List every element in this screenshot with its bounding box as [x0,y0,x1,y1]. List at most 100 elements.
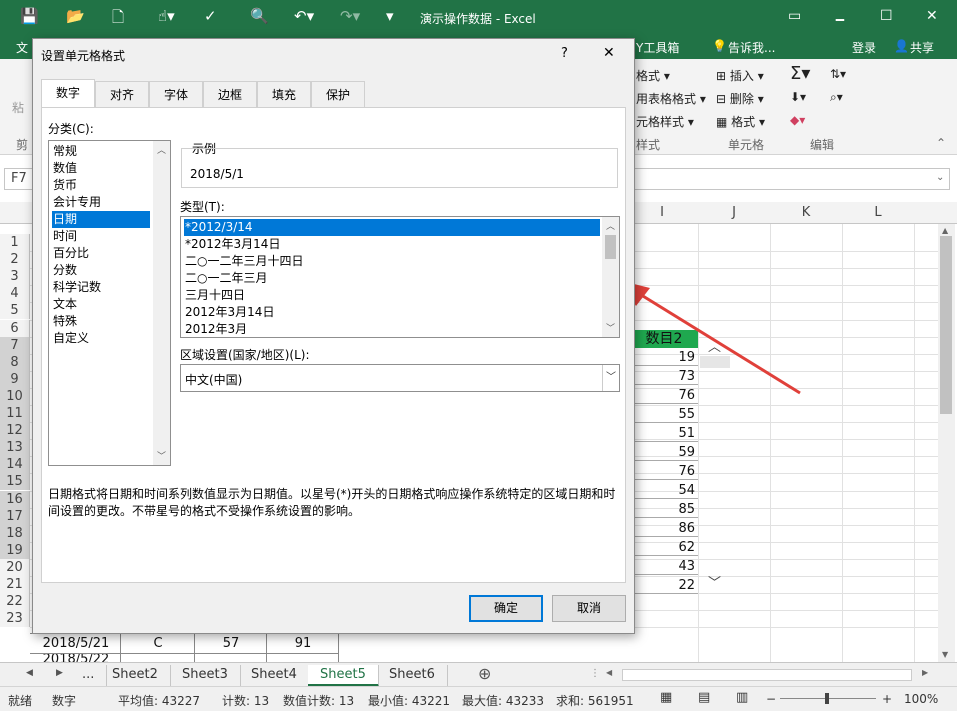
cell-date[interactable]: 2018/5/21 [32,634,120,653]
row-header-8[interactable]: 8 [0,353,30,371]
normal-view-icon[interactable]: ▦ [660,690,672,705]
row-header-3[interactable]: 3 [0,268,30,286]
clear-icon[interactable]: ◆▾ [790,113,805,127]
category-item[interactable]: 分数 [52,262,150,279]
category-item[interactable]: 文本 [52,296,150,313]
tab-fill[interactable]: 填充 [257,81,311,107]
next-sheet-icon[interactable]: ▶ [56,668,63,678]
row-header-12[interactable]: 12 [0,422,30,440]
type-list[interactable]: *2012/3/14 *2012年3月14日 二○一二年三月十四日 二○一二年三月 三月… [180,216,620,338]
category-item[interactable]: 常规 [52,143,150,160]
touch-mode-icon[interactable]: ☝▾ [158,7,175,25]
type-item[interactable]: 二○一二年三月十四日 [184,253,600,270]
open-folder-icon[interactable]: 📂 [66,7,85,25]
minimize-icon[interactable]: 🗕 [835,8,845,32]
column-header-l[interactable]: L [842,205,914,220]
row-header-16[interactable]: 16 [0,490,30,508]
undo-icon[interactable]: ↶▾ [294,7,314,25]
row-header-14[interactable]: 14 [0,456,30,474]
sign-in-link[interactable]: 登录 [852,39,876,56]
share-button[interactable]: 共享 [910,39,934,56]
cancel-button[interactable]: 取消 [552,595,626,622]
vertical-scroll-thumb[interactable] [940,236,952,414]
row-header-20[interactable]: 20 [0,558,30,576]
sheet-tab-sheet3[interactable]: Sheet3 [170,665,241,687]
cell-category[interactable]: C [122,634,194,653]
row-header-4[interactable]: 4 [0,285,30,303]
customize-qat-icon[interactable]: ▾ [386,7,394,25]
page-break-icon[interactable]: ▥ [736,690,748,705]
column-header-k[interactable]: K [770,205,842,220]
tab-font[interactable]: 字体 [149,81,203,107]
number-cell[interactable]: 85 [630,501,698,518]
name-box[interactable]: F7 [4,168,34,190]
row-header-10[interactable]: 10 [0,387,30,405]
category-item[interactable]: 科学记数 [52,279,150,296]
category-item[interactable]: 特殊 [52,313,150,330]
type-scrollbar[interactable]: ︿ ﹀ [602,217,619,337]
save-icon[interactable]: 💾 [20,7,39,25]
category-item[interactable]: 数值 [52,160,150,177]
chevron-down-icon[interactable]: ﹀ [708,572,721,591]
scroll-down-icon[interactable]: ▼ [942,650,948,659]
row-header-19[interactable]: 19 [0,541,30,559]
category-scrollbar[interactable]: ︿ ﹀ [153,141,170,465]
help-button[interactable]: ? [561,46,568,61]
row-header-11[interactable]: 11 [0,405,30,422]
dialog-close-button[interactable]: ✕ [603,45,615,61]
type-item[interactable]: 2012年3月 [184,321,600,338]
row-header-23[interactable]: 23 [0,610,30,628]
cell-number1[interactable]: 57 [196,634,266,653]
region-select[interactable]: 中文(中国) ﹀ [180,364,620,392]
hscroll-right-icon[interactable]: ▶ [922,668,928,677]
redo-icon[interactable]: ↷▾ [340,7,360,25]
tell-me-icon[interactable]: 💡 [712,39,727,53]
type-item[interactable]: 三月十四日 [184,287,600,304]
sheet-tab-sheet4[interactable]: Sheet4 [239,665,310,687]
number-cell[interactable]: 22 [630,577,698,594]
sheet-tab-sheet2[interactable]: Sheet2 [100,665,171,687]
row-header-1[interactable]: 1 [0,234,30,251]
tab-alignment[interactable]: 对齐 [95,81,149,107]
sort-filter-icon[interactable]: ⇅▾ [830,67,846,81]
tab-number[interactable]: 数字 [41,79,95,108]
row-header-7[interactable]: 7 [0,336,30,354]
number-cell[interactable]: 59 [630,444,698,461]
row-header-5[interactable]: 5 [0,302,30,320]
column-header-i[interactable]: I [626,205,698,220]
cell-styles-button[interactable]: 元格样式 ▾ [636,113,694,130]
find-select-icon[interactable]: ⌕▾ [830,90,843,105]
tab-toolbox[interactable]: Y工具箱 [636,39,679,56]
number-cell[interactable]: 62 [630,539,698,556]
format-cells-button[interactable]: ▦ 格式 ▾ [716,113,765,130]
fill-icon[interactable]: ⬇▾ [790,90,806,104]
row-header-22[interactable]: 22 [0,593,30,611]
ribbon-display-icon[interactable]: ▭ [788,8,801,24]
zoom-in-icon[interactable]: + [882,692,892,706]
split-handle-icon[interactable]: ⋮ [590,668,600,679]
scroll-down-icon[interactable]: ﹀ [157,449,166,462]
category-item[interactable]: 货币 [52,177,150,194]
paste-label[interactable]: 粘 [12,99,24,116]
number-cell[interactable]: 86 [630,520,698,537]
new-file-icon[interactable]: 🗋 [112,7,124,32]
number-cell[interactable]: 51 [630,425,698,442]
category-item[interactable]: 百分比 [52,245,150,262]
number-cell[interactable]: 43 [630,558,698,575]
tab-file[interactable]: 文 [16,39,28,56]
number-cell[interactable]: 76 [630,463,698,480]
expand-formula-icon[interactable]: ⌄ [936,172,944,183]
scroll-up-icon[interactable]: ︿ [606,219,615,232]
type-item[interactable]: *2012年3月14日 [184,236,600,253]
sheet-tab-sheet6[interactable]: Sheet6 [377,665,448,687]
cell-date-partial[interactable]: 2018/5/22 [32,654,120,662]
delete-cells-button[interactable]: ⊟ 删除 ▾ [716,90,764,107]
maximize-icon[interactable]: ☐ [880,8,893,24]
collapse-ribbon-icon[interactable]: ⌃ [936,136,946,150]
number-cell[interactable]: 55 [630,406,698,423]
number-cell[interactable]: 54 [630,482,698,499]
row-header-15[interactable]: 15 [0,473,30,491]
type-item[interactable]: 2012年3月14日 [184,304,600,321]
tab-border[interactable]: 边框 [203,81,257,107]
scroll-up-icon[interactable]: ︿ [157,143,166,156]
